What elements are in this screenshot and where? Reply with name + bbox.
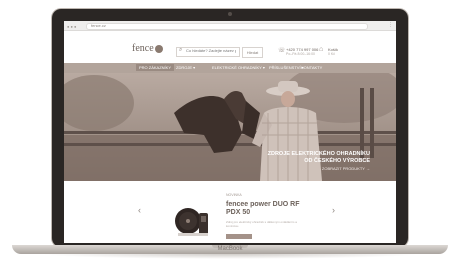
site-logo[interactable]: fence xyxy=(132,43,163,54)
device-brand: MacBook xyxy=(217,246,243,252)
search-input[interactable] xyxy=(186,48,236,53)
product-badge: NOVINKA xyxy=(226,193,242,197)
product-image[interactable] xyxy=(174,189,214,239)
nav-item-pro-zakazniky[interactable]: PRO ZÁKAZNÍKY xyxy=(136,64,175,71)
phone-hours: Po–Pá 8:00–16:00 xyxy=(286,52,315,56)
search-box[interactable]: ⌕ xyxy=(176,47,240,57)
product-title-line-1: fencee power DUO RF xyxy=(226,201,300,208)
slider-prev-icon[interactable]: ‹ xyxy=(138,205,141,215)
cart-total: 0 Kč xyxy=(328,52,336,56)
product-title-line-2: PDX 50 xyxy=(226,209,251,216)
hero-title: ZDROJE ELEKTRICKÉHO OHRADNÍKU OD ČESKÉHO… xyxy=(268,151,370,165)
laptop-base: MacBook xyxy=(12,245,448,254)
camera-icon xyxy=(228,12,232,16)
laptop-screen: ● ● ● fence.cz ⋮ fence ⌕ Hledat ☏ +420 7… xyxy=(64,21,396,243)
hero-title-line-2: OD ČESKÉHO VÝROBCE xyxy=(304,158,370,164)
product-title[interactable]: fencee power DUO RF PDX 50 xyxy=(226,201,306,217)
main-nav: PRO ZÁKAZNÍKY ZDROJE ▾ ELEKTRICKÉ OHRADN… xyxy=(64,63,396,73)
product-description: Zdroj pro elektrický ohradník s dálkovým… xyxy=(226,220,297,228)
logo-mark-icon xyxy=(154,44,163,53)
hero-banner: ZDROJE ELEKTRICKÉHO OHRADNÍKU OD ČESKÉHO… xyxy=(64,73,396,181)
product-slider: ‹ › NOVINKA fencee power DUO RF PDX 50 Z… xyxy=(64,181,396,243)
nav-item-zdroje[interactable]: ZDROJE ▾ xyxy=(176,65,195,70)
hero-title-line-1: ZDROJE ELEKTRICKÉHO OHRADNÍKU xyxy=(267,151,370,157)
hero-cta-link[interactable]: ZOBRAZIT PRODUKTY → xyxy=(322,166,370,171)
browser-menu-icon[interactable]: ⋮ xyxy=(388,22,393,28)
search-button[interactable]: Hledat xyxy=(242,47,263,58)
phone-icon: ☏ xyxy=(278,48,286,54)
address-bar[interactable]: fence.cz xyxy=(86,23,368,30)
site-header: fence ⌕ Hledat ☏ +420 774 997 006 Po–Pá … xyxy=(64,31,396,63)
product-detail-button[interactable] xyxy=(226,234,252,239)
logo-text: fence xyxy=(132,43,154,54)
address-text: fence.cz xyxy=(91,23,106,28)
slider-next-icon[interactable]: › xyxy=(332,205,335,215)
nav-item-elektricke-ohradniky[interactable]: ELEKTRICKÉ OHRADNÍKY ▾ xyxy=(212,65,265,70)
nav-item-prislusenstvi[interactable]: PŘÍSLUŠENSTVÍ ▾ xyxy=(269,65,304,70)
browser-chrome: ● ● ● fence.cz ⋮ xyxy=(64,21,396,31)
search-icon: ⌕ xyxy=(179,47,183,53)
cart-icon[interactable]: ⌂ xyxy=(319,46,323,53)
nav-item-kontakty[interactable]: KONTAKTY xyxy=(301,65,322,70)
window-controls-icon[interactable]: ● ● ● xyxy=(67,24,76,29)
